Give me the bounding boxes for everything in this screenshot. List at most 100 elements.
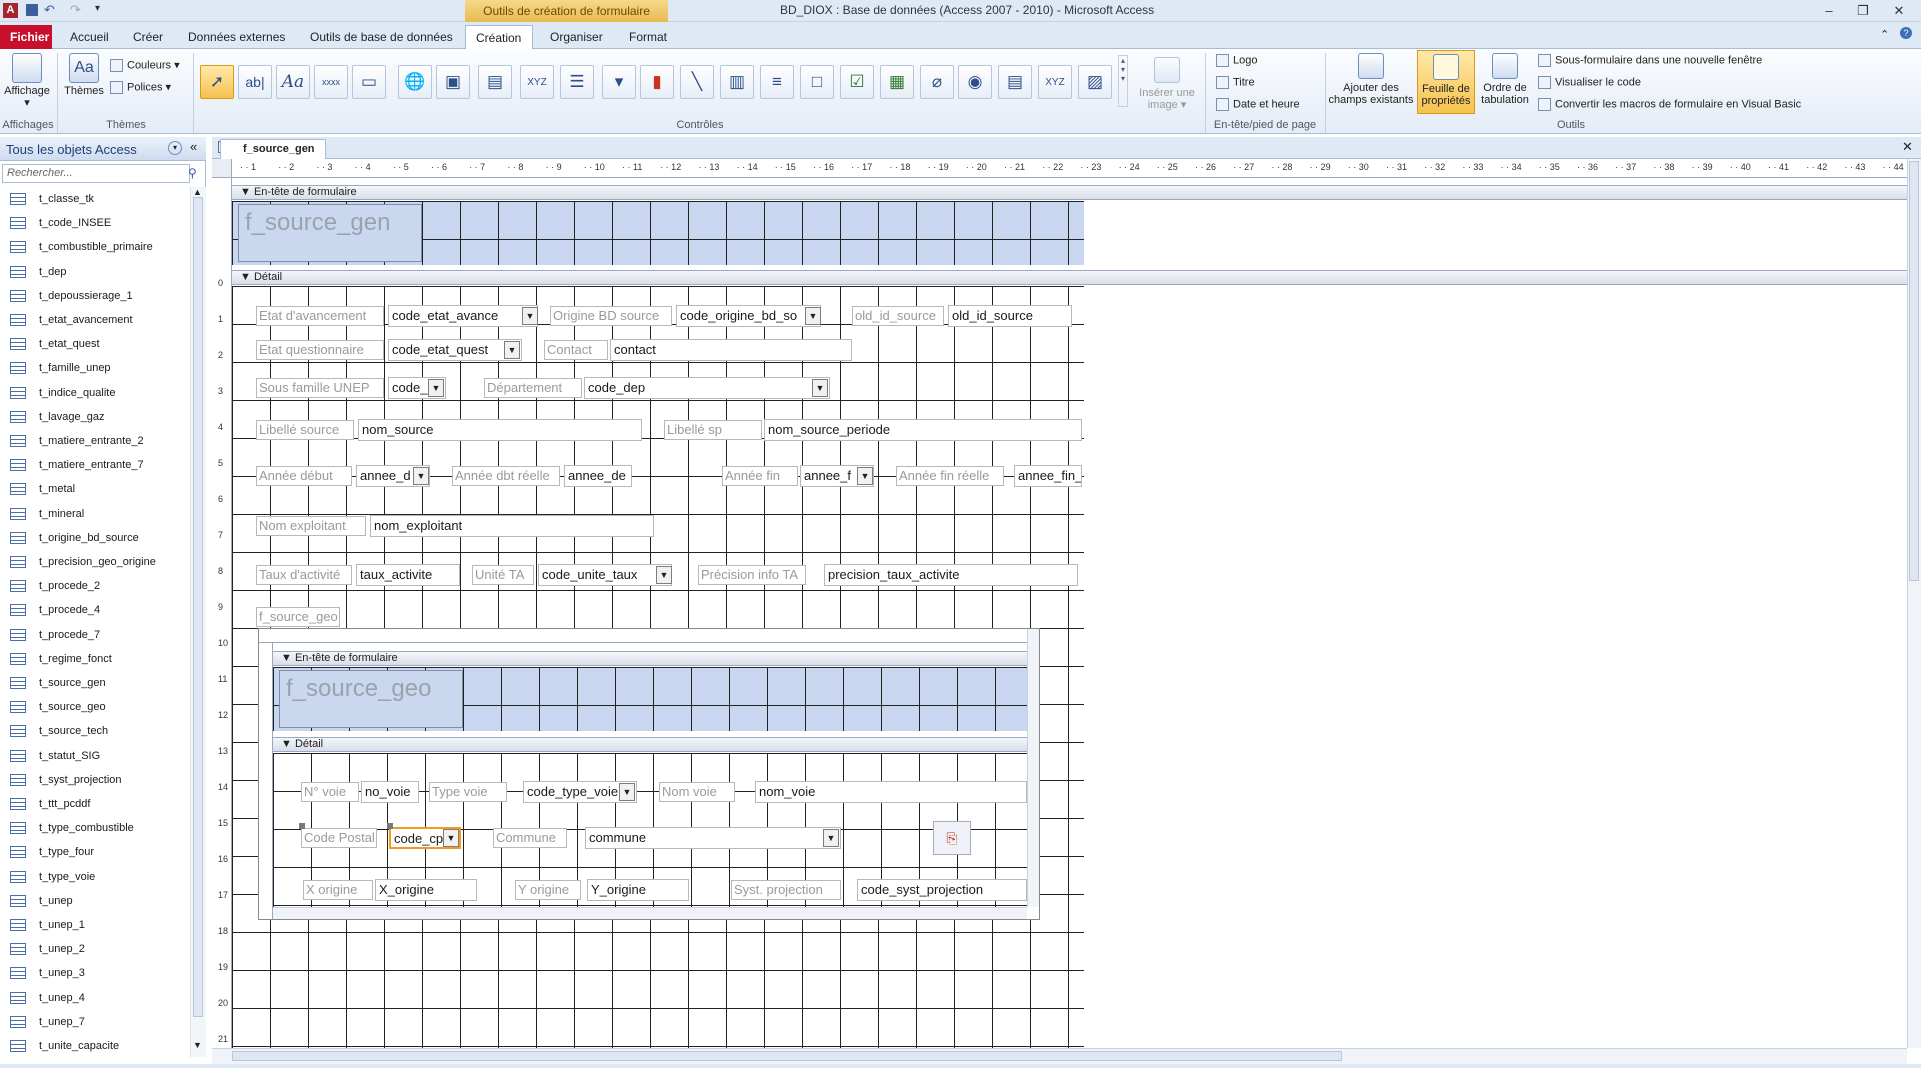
page-break-control-icon[interactable]: ☰	[560, 65, 594, 99]
couleurs-button[interactable]: Couleurs ▾	[110, 59, 180, 72]
dropdown-arrow-icon[interactable]: ▼	[413, 467, 429, 485]
nav-item[interactable]: t_type_combustible	[10, 818, 134, 838]
nav-item[interactable]: t_mineral	[10, 504, 84, 524]
tab-fichier[interactable]: Fichier	[0, 25, 52, 49]
date-heure-button[interactable]: Date et heure	[1216, 98, 1300, 111]
main-vscroll-thumb[interactable]	[1909, 161, 1919, 581]
subform-hscrollbar[interactable]	[273, 907, 1027, 919]
label-unite-ta[interactable]: Unité TA	[472, 565, 534, 585]
nav-menu-icon[interactable]: ▾	[168, 141, 182, 155]
field-x-origine[interactable]: X_origine	[375, 879, 477, 901]
field-commune[interactable]: commune	[585, 827, 841, 849]
field-y-origine[interactable]: Y_origine	[587, 879, 689, 901]
nav-item[interactable]: t_combustible_primaire	[10, 237, 153, 257]
subform-control-icon[interactable]: ▤	[998, 65, 1032, 99]
nav-item[interactable]: t_source_gen	[10, 673, 106, 693]
tab-control-icon[interactable]: ▭	[352, 65, 386, 99]
label-annee-debut[interactable]: Année début	[256, 466, 352, 486]
field-code-etat-quest[interactable]: code_etat_quest	[388, 339, 522, 361]
search-icon[interactable]: ⚲	[188, 166, 197, 180]
dropdown-arrow-icon[interactable]: ▼	[522, 307, 538, 325]
subform-header-bar[interactable]: ▼ En-tête de formulaire	[273, 651, 1027, 666]
redo-icon[interactable]: ↷	[70, 2, 81, 18]
label-nom-exploitant[interactable]: Nom exploitant	[256, 516, 366, 536]
dropdown-arrow-icon[interactable]: ▼	[857, 467, 873, 485]
field-code-origine[interactable]: code_origine_bd_so	[676, 305, 821, 327]
nav-header[interactable]: Tous les objets Access ▾ «	[0, 137, 206, 161]
visualiser-code-button[interactable]: Visualiser le code	[1538, 76, 1641, 89]
help-icon[interactable]: ?	[1900, 27, 1912, 39]
field-taux-activite[interactable]: taux_activite	[356, 564, 460, 586]
dropdown-arrow-icon[interactable]: ▼	[443, 829, 459, 847]
nav-item[interactable]: t_unite_capacite	[10, 1036, 119, 1056]
label-annee-dbt-reelle[interactable]: Année dbt réelle	[452, 466, 560, 486]
ajouter-champs-button[interactable]: Ajouter des champs existants	[1328, 53, 1414, 106]
controls-more-icon[interactable]: ▴ ▾ ▾	[1118, 55, 1128, 107]
main-hscroll-thumb[interactable]	[232, 1051, 1342, 1061]
form-title-label[interactable]: f_source_gen	[238, 204, 422, 262]
nav-item[interactable]: t_lavage_gaz	[10, 407, 104, 427]
label-x-origine[interactable]: X origine	[303, 880, 373, 900]
nav-item[interactable]: t_metal	[10, 479, 75, 499]
label-syst-projection[interactable]: Syst. projection	[731, 880, 841, 900]
nav-item[interactable]: t_depoussierage_1	[10, 286, 133, 306]
label-old-id[interactable]: old_id_source	[852, 306, 944, 326]
label-taux-activite[interactable]: Taux d'activité	[256, 565, 352, 585]
chart-control-icon[interactable]: ▮	[640, 65, 674, 99]
textbox-control-icon[interactable]: ab|	[238, 65, 272, 99]
nav-item[interactable]: t_unep_3	[10, 963, 85, 983]
move-handle[interactable]	[387, 823, 393, 829]
dropdown-arrow-icon[interactable]: ▼	[428, 379, 444, 397]
nav-item[interactable]: t_source_geo	[10, 697, 106, 717]
label-departement[interactable]: Département	[484, 378, 582, 398]
label-type-voie[interactable]: Type voie	[429, 782, 507, 802]
hyperlink-control-icon[interactable]: 🌐	[398, 65, 432, 99]
nav-item[interactable]: t_dep	[10, 262, 67, 282]
rectangle-control-icon[interactable]: □	[800, 65, 834, 99]
tab-format[interactable]: Format	[619, 25, 677, 49]
minimize-ribbon-icon[interactable]: ⌃	[1880, 28, 1889, 41]
field-code-syst[interactable]: code_syst_projection	[857, 879, 1027, 901]
minimize-button[interactable]: –	[1816, 2, 1842, 20]
qat-customize-icon[interactable]: ▾	[95, 3, 100, 14]
field-annee-fin[interactable]: annee_fin_	[1014, 465, 1082, 487]
line-control-icon[interactable]: ╲	[680, 65, 714, 99]
web-browser-control-icon[interactable]: ▣	[436, 65, 470, 99]
field-nom-source[interactable]: nom_source	[358, 419, 642, 441]
command-button-icon[interactable]: ⎘	[933, 821, 971, 855]
section-detail-bar[interactable]: ▼ Détail	[232, 270, 1907, 285]
label-sous-famille[interactable]: Sous famille UNEP	[256, 378, 384, 398]
dropdown-arrow-icon[interactable]: ▼	[805, 307, 821, 325]
feuille-proprietes-button[interactable]: Feuille de propriétés	[1417, 50, 1475, 114]
nav-item[interactable]: t_procede_2	[10, 576, 100, 596]
label-subform[interactable]: f_source_geo	[256, 607, 340, 627]
nav-item[interactable]: t_matiere_entrante_2	[10, 431, 144, 451]
field-nom-source-periode[interactable]: nom_source_periode	[764, 419, 1082, 441]
nav-item[interactable]: t_etat_avancement	[10, 310, 133, 330]
close-button[interactable]: ✕	[1886, 2, 1912, 20]
combo-box-control-icon[interactable]: ▾	[602, 65, 636, 99]
label-contact[interactable]: Contact	[544, 340, 608, 360]
field-no-voie[interactable]: no_voie	[361, 781, 419, 803]
convertir-macros-button[interactable]: Convertir les macros de formulaire en Vi…	[1538, 98, 1801, 111]
field-nom-exploitant[interactable]: nom_exploitant	[370, 515, 654, 537]
nav-item[interactable]: t_type_voie	[10, 867, 95, 887]
label-commune[interactable]: Commune	[493, 828, 567, 848]
nav-collapse-icon[interactable]: «	[190, 139, 197, 154]
subform-control[interactable]: ▼ En-tête de formulaire f_source_geo ▼ D…	[258, 628, 1040, 920]
label-libelle-source[interactable]: Libellé source	[256, 420, 354, 440]
tab-outils-bd[interactable]: Outils de base de données	[300, 25, 463, 49]
titre-button[interactable]: Titre	[1216, 76, 1255, 89]
nav-item[interactable]: t_indice_qualite	[10, 383, 115, 403]
dropdown-arrow-icon[interactable]: ▼	[812, 379, 828, 397]
nav-item[interactable]: t_ttt_pcddf	[10, 794, 90, 814]
label-control-icon[interactable]: Aa	[276, 65, 310, 99]
restore-button[interactable]: ❐	[1850, 2, 1876, 20]
ordre-tabulation-button[interactable]: Ordre de tabulation	[1478, 53, 1532, 106]
label-etat-quest[interactable]: Etat questionnaire	[256, 340, 384, 360]
field-code-unite-taux[interactable]: code_unite_taux	[538, 564, 672, 586]
save-icon[interactable]	[26, 4, 38, 16]
themes-button[interactable]: Aa Thèmes	[62, 53, 106, 97]
attachment-control-icon[interactable]: ⌀	[920, 65, 954, 99]
label-nom-voie[interactable]: Nom voie	[659, 782, 735, 802]
